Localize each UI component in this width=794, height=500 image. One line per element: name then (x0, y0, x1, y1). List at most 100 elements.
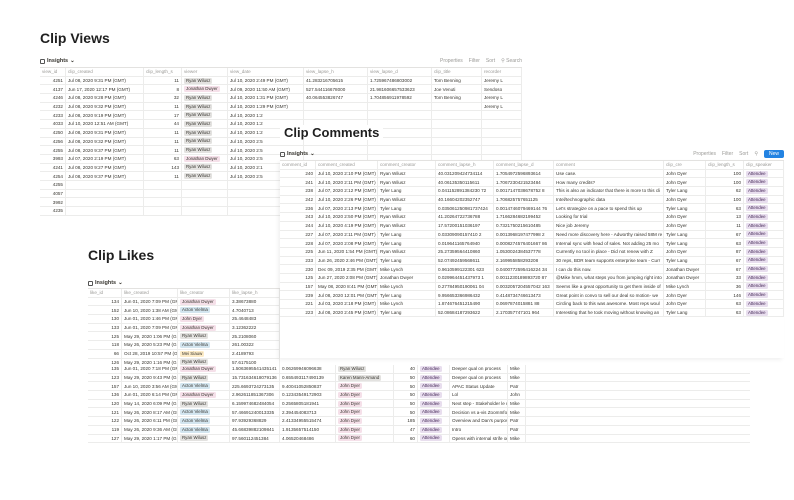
table-row[interactable]: 238 Jul 07, 2020 2:12 PM (GMT) Tyler Lang 0… (280, 187, 784, 196)
table-row[interactable]: 244 Jul 10, 2020 4:19 PM (GMT) Ryan Wilusz… (280, 221, 784, 231)
table-row[interactable]: 66Oct 28, 2019 10:57 PM (GMT)Mei Siauw 2.… (88, 349, 280, 359)
table-row[interactable]: 239 Jul 08, 2020 12:01 PM (GMT) Tyler Lang… (280, 291, 784, 300)
column-header[interactable]: like_id (88, 289, 122, 297)
table-row[interactable]: 4233 Jul 08, 2020 9:19 PM (GMT) 17 Ryan Wil… (40, 111, 522, 121)
column-header[interactable]: comment_creator (378, 161, 436, 169)
column-header[interactable]: like_lapse_h (230, 289, 280, 297)
column-header[interactable]: clip_cre (664, 161, 706, 169)
table-cell: 0.0008274576401667 86 (494, 239, 554, 247)
table-row[interactable]: 4251 Jul 08, 2020 9:31 PM (GMT) 11 Ryan Wil… (40, 76, 522, 86)
table-row[interactable]: 241 Jul 10, 2020 2:11 PM (GMT) Ryan Wilusz… (280, 178, 784, 188)
column-header[interactable]: clip_created (66, 68, 144, 76)
table-row[interactable]: 119May 26, 2020 9:36 AM (GMT)Acton Vielm… (88, 425, 750, 435)
table-row[interactable]: 242 Jul 10, 2020 2:26 PM (GMT) Ryan Wilusz… (280, 195, 784, 205)
table-cell: May 29, 2020 1:06 PM (GMT) (124, 332, 178, 341)
table-row[interactable]: 240 Jul 10, 2020 2:10 PM (GMT) Ryan Wilusz… (280, 169, 784, 179)
column-header[interactable]: clip_title (432, 68, 482, 76)
table-cell: 15.731634618079136 (230, 373, 280, 382)
table-cell: 136 (88, 391, 122, 399)
column-header[interactable]: recorder (482, 68, 522, 76)
table-row[interactable]: 127May 29, 2020 1:17 PM (GMT)Ryan Wilusz… (88, 434, 750, 444)
search-icon: ⚲ (501, 58, 505, 64)
column-header[interactable]: view_lapse_h (304, 68, 368, 76)
table-cell: 0.0017147038678752 8 (494, 187, 554, 195)
table-row[interactable]: 230 Dec 09, 2019 2:35 PM (GMT) Mike Lynch 0… (280, 265, 784, 274)
table-row[interactable]: 120May 14, 2020 6:09 PM (GMT)Ryan Wilusz… (88, 399, 750, 409)
column-header[interactable]: view_id (40, 68, 66, 76)
table-cell: Jul 08, 2020 9:37 PM (GMT) (66, 172, 144, 180)
column-header[interactable]: clip_length_s (144, 68, 182, 76)
properties-button[interactable]: Properties (440, 58, 463, 64)
table-cell: 1.706825757651125 (494, 195, 554, 204)
properties-button[interactable]: Properties (693, 151, 716, 157)
table-row[interactable]: 123May 29, 2020 9:43 PM (GMT)Ryan Wilusz… (88, 373, 750, 383)
table-row[interactable]: 4137 Jun 17, 2020 12:17 PM (GMT) 8 Jonathan… (40, 85, 522, 95)
table-row[interactable]: 121May 26, 2020 8:17 AM (GMT)Acton Vielm… (88, 408, 750, 418)
table-row[interactable]: 4232 Jul 08, 2020 9:32 PM (GMT) 11 Ryan Wil… (40, 102, 522, 112)
search-button[interactable]: ⚲ (754, 151, 758, 157)
filter-button[interactable]: Filter (722, 151, 733, 157)
table-row[interactable]: 134 Jun 01, 2020 7:09 PM (GMT) Jonathan Dw… (88, 297, 280, 307)
clip-comments-db-tab[interactable]: Insights ⌄ (280, 151, 315, 157)
column-header[interactable]: comment_lapse_d (494, 161, 554, 169)
table-row[interactable]: 122May 26, 2020 6:11 PM (GMT)Acton Vielm… (88, 417, 750, 426)
table-row[interactable]: 221 Jul 03, 2020 2:18 PM (GMT) Mike Lynch 1… (280, 300, 784, 309)
table-row[interactable]: 133 Jun 01, 2020 7:09 PM (GMT) Jonathan Dw… (88, 323, 280, 333)
column-header[interactable]: viewer (182, 68, 228, 76)
table-row[interactable]: 157 Jun 10, 2020 3:56 AM (GMT) Acton Vielm… (88, 382, 750, 392)
table-cell: Ryan Wilusz (182, 76, 228, 85)
column-header[interactable]: comment_id (280, 161, 316, 169)
chevron-down-icon: ⌄ (118, 280, 123, 286)
table-cell: Jonathan Dwyer (664, 265, 706, 273)
table-row[interactable]: 125 Jun 27, 2020 2:08 PM (GMT) Jonathan Dw… (280, 273, 784, 283)
table-row[interactable]: 243 Jul 10, 2020 2:50 PM (GMT) Ryan Wilusz… (280, 213, 784, 222)
column-header[interactable]: clip_length_s (706, 161, 744, 169)
column-header[interactable]: comment (554, 161, 664, 169)
table-cell: Attendee (418, 382, 450, 391)
column-header[interactable]: view_lapse_d (368, 68, 432, 76)
sort-button[interactable]: Sort (486, 58, 495, 64)
column-header[interactable]: view_date (228, 68, 304, 76)
table-cell: 120 (88, 399, 122, 408)
table-cell: Attendee (744, 169, 784, 178)
table-cell: Attendee (418, 399, 450, 408)
table-cell: 4241 (40, 163, 66, 172)
search-button[interactable]: ⚲ Search (501, 58, 522, 64)
table-row[interactable]: 135 Jun 01, 2020 7:18 PM (GMT) Jonathan Dw… (88, 365, 750, 374)
table-row[interactable]: 130 Jun 01, 2020 1:46 PM (GMT) John Dyer 25… (88, 315, 280, 324)
table-cell: Tom Benning (432, 76, 482, 85)
clip-views-db-tab[interactable]: Insights ⌄ (40, 58, 75, 64)
table-cell: 1.9135657514150 (280, 425, 336, 434)
column-header[interactable]: like_creator (178, 289, 230, 297)
table-cell: Deeper qual on process (450, 373, 508, 382)
table-row[interactable]: 225 Jun 11, 2020 1:54 PM (GMT) Ryan Wilusz… (280, 247, 784, 257)
table-row[interactable]: 125May 29, 2020 1:06 PM (GMT)Ryan Wilusz… (88, 332, 280, 342)
sort-button[interactable]: Sort (739, 151, 748, 157)
table-cell: 0.0013968197477998 2 (494, 230, 554, 239)
table-row[interactable]: 223 Jul 08, 2020 2:45 PM (GMT) Tyler Lang 5… (280, 308, 784, 318)
column-header[interactable]: like_created (122, 289, 178, 297)
table-row[interactable]: 136 Jun 01, 2020 6:14 PM (GMT) Jonathan Dw… (88, 391, 750, 400)
table-row[interactable]: 4246 Jul 08, 2020 9:28 PM (GMT) 32 Ryan Wil… (40, 94, 522, 103)
column-header[interactable]: comment_created (316, 161, 378, 169)
table-cell: Mike (508, 365, 526, 373)
table-cell: 100 (706, 169, 744, 178)
table-row[interactable]: 152 Jun 10, 2020 1:38 AM (GMT) Acton Vielm… (88, 306, 280, 316)
table-cell: 17 (144, 111, 182, 120)
table-cell: Mike (508, 373, 526, 382)
table-cell (368, 102, 432, 111)
table-row[interactable]: 118May 26, 2020 5:23 PM (GMT)Acton Vielm… (88, 341, 280, 350)
new-button[interactable]: New (763, 150, 784, 158)
table-row[interactable]: 236 Jul 07, 2020 2:13 PM (GMT) Tyler Lang 0… (280, 204, 784, 214)
column-header[interactable]: comment_lapse_h (436, 161, 494, 169)
table-row[interactable]: 227 Jul 07, 2020 2:11 PM (GMT) Tyler Lang 0… (280, 230, 784, 240)
clip-likes-db-tab[interactable]: Insights ⌄ (88, 280, 123, 286)
column-header[interactable]: clip_speaker (744, 161, 784, 169)
table-row[interactable]: 157 May 08, 2020 8:41 PM (GMT) Mike Lynch 0… (280, 282, 784, 292)
table-row[interactable]: 228 Jul 07, 2020 2:08 PM (GMT) Tyler Lang 0… (280, 239, 784, 248)
filter-button[interactable]: Filter (469, 58, 480, 64)
table-cell: Jul 10, 2020 1:31 PM (GMT) (228, 94, 304, 102)
tag: Ryan Wilusz (184, 173, 213, 180)
table-cell: 3993 (40, 154, 66, 163)
table-row[interactable]: 233 Jun 26, 2020 2:46 PM (GMT) Tyler Lang 5… (280, 256, 784, 266)
